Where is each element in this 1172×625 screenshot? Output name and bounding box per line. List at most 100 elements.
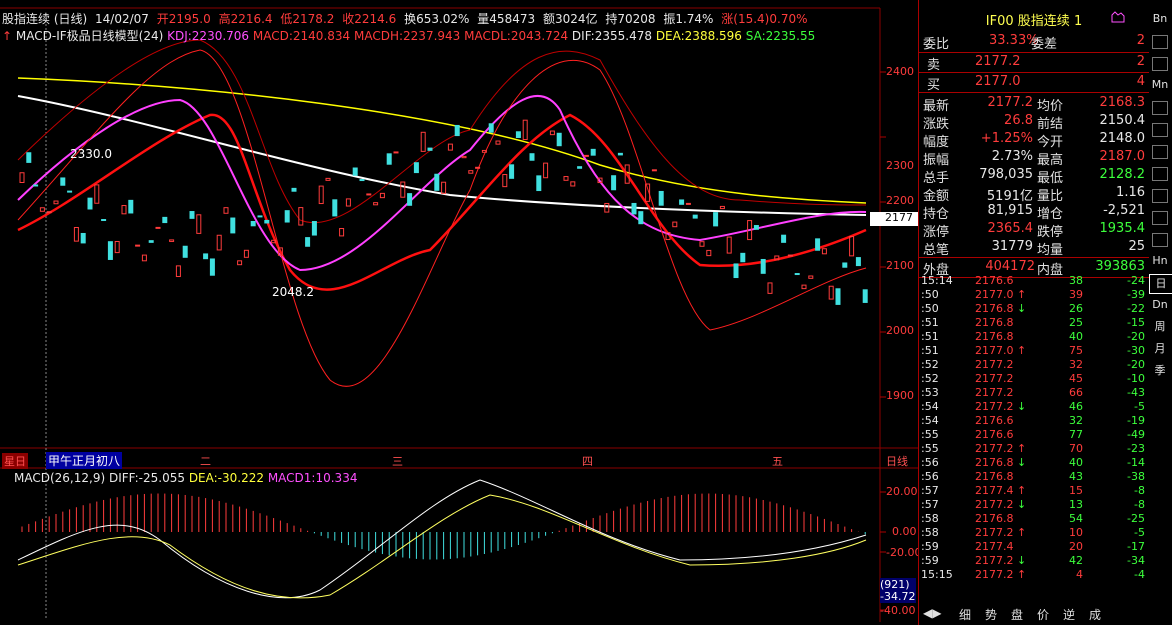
tick-arrow: ↓ [1017,400,1027,413]
scroll-arrows-icon[interactable]: ◀▶ [923,606,941,620]
candle [148,240,154,243]
chart-area[interactable]: 股指连续 (日线) 14/02/07 开2195.0 高2216.4 低2178… [0,0,922,625]
tick-volume: 32 [1069,414,1083,427]
candle [407,193,413,206]
side-tab[interactable]: 季 [1149,362,1171,380]
side-tab[interactable]: 日 [1149,274,1172,294]
tick-delta: -5 [1134,526,1145,539]
side-tab[interactable]: Mn [1149,76,1171,94]
price-tick: 2100 [886,259,914,272]
sell-row[interactable]: 卖 2177.2 2 [919,52,1149,73]
candle [515,131,521,139]
bottom-tab[interactable]: 势 [985,606,997,623]
bottom-tab[interactable]: 细 [959,606,971,623]
side-tab[interactable] [1152,233,1168,247]
candle [230,217,236,234]
tick-time: :53 [921,386,939,399]
tick-time: :56 [921,456,939,469]
indicator-legend[interactable]: ↑ MACD-IF极品日线模型(24) KDJ:2230.706 MACD:21… [2,27,815,43]
buy-volume: 4 [1136,74,1145,89]
tick-price: 2176.8 [975,316,1014,329]
weicha-label: 委差 [1031,37,1058,52]
stat-value: 2.73% [991,149,1033,164]
candle [590,148,596,156]
price-chart-svg[interactable] [0,0,918,625]
side-tab[interactable] [1152,123,1168,137]
candle [80,232,86,244]
side-tab[interactable]: 周 [1149,318,1171,336]
macd-diff: DIFF:-25.055 [108,471,185,485]
bottom-tab[interactable]: 逆 [1063,606,1075,623]
tick-volume: 46 [1069,400,1083,413]
tick-delta: -39 [1127,288,1145,301]
side-tab[interactable] [1152,211,1168,225]
candle [107,241,113,260]
tick-time: 15:14 [921,274,953,287]
candle [760,258,766,274]
tick-row: :57 2177.2 ↓ 13 -8 [919,498,1149,512]
stat-value: 26.8 [1004,113,1033,128]
candle [26,152,32,163]
tick-volume: 70 [1069,442,1083,455]
candle [638,211,644,225]
tick-row: :55 2176.6 77 -49 [919,428,1149,442]
tick-row: :52 2177.2 32 -20 [919,358,1149,372]
bottom-tab[interactable]: 成 [1089,606,1101,623]
tick-time: :51 [921,330,939,343]
side-tab[interactable]: 月 [1149,340,1171,358]
side-tab[interactable] [1152,189,1168,203]
candle [305,237,311,247]
candle [427,147,433,151]
tick-row: :54 2176.6 32 -19 [919,414,1149,428]
bottom-tab[interactable]: 盘 [1011,606,1023,623]
side-tab[interactable] [1152,101,1168,115]
candle [781,234,787,243]
tick-price: 2177.4 [975,540,1014,553]
tick-row: :59 2177.2 ↓ 42 -34 [919,554,1149,568]
side-tab[interactable] [1152,35,1168,49]
tick-row: :52 2177.2 45 -10 [919,372,1149,386]
tick-volume: 43 [1069,470,1083,483]
candle [203,253,209,260]
tick-price: 2177.2 [975,386,1014,399]
side-tab[interactable] [1152,145,1168,159]
quote-info-bar: 股指连续 (日线) 14/02/07 开2195.0 高2216.4 低2178… [2,10,812,26]
tick-volume: 40 [1069,456,1083,469]
side-tab[interactable]: Hn [1149,252,1171,270]
candle [366,193,372,196]
candle [189,211,195,219]
candle [454,124,460,137]
stat-row: 幅度 +1.25% 今开 2148.0 [919,130,1149,150]
hand-icon[interactable] [1109,10,1127,24]
tick-row: :56 2176.8 43 -38 [919,470,1149,484]
side-tab[interactable]: Bn [1149,10,1171,28]
side-tab[interactable] [1152,57,1168,71]
candle [862,289,868,303]
candle [33,184,39,187]
tick-time: :59 [921,554,939,567]
tick-delta: -4 [1134,568,1145,581]
macd-tick: -20.00 [886,546,922,559]
tick-row: :57 2177.4 ↑ 15 -8 [919,484,1149,498]
candle [842,262,848,268]
panel-num: 1 [1073,14,1083,29]
stat-value: 2365.4 [987,221,1034,236]
tick-volume: 39 [1069,288,1083,301]
buy-row[interactable]: 买 2177.0 4 [919,72,1149,93]
open-value: 开2195.0 [156,12,211,26]
tick-delta: -49 [1127,428,1145,441]
bottom-tab[interactable]: 价 [1037,606,1049,623]
candle [815,238,821,251]
weicha-value: 2 [1136,33,1145,48]
side-tab[interactable]: Dn [1149,296,1171,314]
candle [855,257,861,267]
chart-title: 股指连续 (日线) [2,12,88,26]
stat-value: 2148.0 [1099,131,1146,146]
stat-row: 涨停 2365.4 跌停 1935.4 [919,220,1149,240]
side-tab[interactable] [1152,167,1168,181]
indicator-name[interactable]: MACD-IF极品日线模型(24) [16,29,163,43]
tick-time: :59 [921,540,939,553]
macd-macd1: MACD1:10.334 [267,471,358,485]
weibi-value: 33.33% [989,33,1039,48]
period-label[interactable]: 日线 [886,453,908,469]
